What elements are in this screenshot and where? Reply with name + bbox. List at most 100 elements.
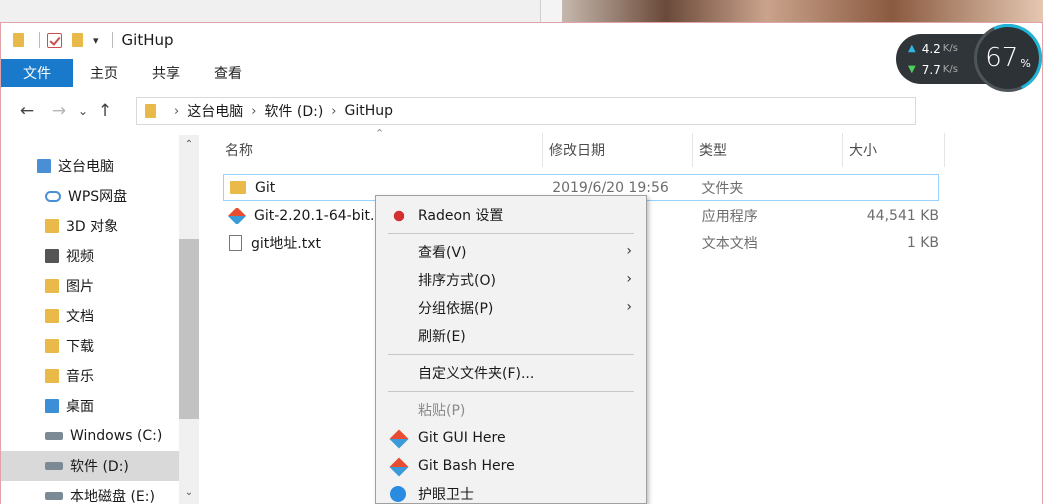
sidebar-item-drive-c[interactable]: Windows (C:): [1, 421, 179, 451]
breadcrumb-chevron-icon[interactable]: ›: [331, 104, 336, 119]
drive-c-icon: [45, 432, 63, 440]
nav-scrollbar[interactable]: ⌃ ⌄: [179, 135, 199, 504]
menu-item-git-gui-here[interactable]: Git GUI Here: [376, 424, 646, 452]
file-type: 文本文档: [701, 235, 758, 252]
toolbar-divider: [39, 32, 40, 48]
3d-objects-icon: [45, 219, 59, 233]
forward-arrow-icon[interactable]: →: [47, 101, 71, 121]
file-size: 1 KB: [906, 234, 939, 251]
upload-arrow-icon: ▲: [908, 43, 916, 54]
sidebar-item-drive-d[interactable]: 软件 (D:): [1, 451, 179, 481]
sidebar-item-videos[interactable]: 视频: [1, 241, 179, 271]
menu-item-radeon-settings[interactable]: Radeon 设置: [376, 201, 646, 229]
sidebar-item-label: 文档: [66, 309, 94, 325]
menu-separator: [388, 354, 634, 355]
breadcrumb-this-pc[interactable]: 这台电脑: [187, 101, 243, 121]
breadcrumb-drive-d[interactable]: 软件 (D:): [264, 101, 323, 121]
tab-view[interactable]: 查看: [197, 59, 259, 87]
sidebar-item-label: Windows (C:): [70, 428, 163, 444]
column-name[interactable]: 名称: [219, 133, 543, 167]
sidebar-item-drive-e[interactable]: 本地磁盘 (E:): [1, 481, 179, 504]
sidebar-item-label: 视频: [66, 249, 94, 265]
file-type: 应用程序: [701, 208, 758, 225]
menu-item-paste: 粘贴(P): [376, 396, 646, 424]
download-speed: 7.7: [921, 62, 941, 77]
drive-e-icon: [45, 492, 63, 500]
menu-item-refresh[interactable]: 刷新(E): [376, 322, 646, 350]
tab-share[interactable]: 共享: [135, 59, 197, 87]
sidebar-item-label: 这台电脑: [58, 159, 114, 175]
customize-toolbar-dropdown-icon[interactable]: ▾: [93, 34, 99, 47]
column-type[interactable]: 类型: [693, 133, 843, 167]
background-window-edge: [540, 0, 562, 22]
title-bar: ▾ GitHup: [1, 23, 1042, 57]
menu-item-label: 自定义文件夹(F)...: [418, 366, 535, 382]
recent-locations-chevron-icon[interactable]: ⌄: [73, 104, 93, 118]
sidebar-item-desktop[interactable]: 桌面: [1, 391, 179, 421]
menu-item-label: 查看(V): [418, 245, 467, 261]
gauge-ring: [964, 14, 1043, 102]
menu-item-git-bash-here[interactable]: Git Bash Here: [376, 452, 646, 480]
eye-guard-icon: [390, 486, 406, 502]
address-bar[interactable]: › 这台电脑 › 软件 (D:) › GitHup: [136, 97, 916, 125]
sidebar-item-label: 音乐: [66, 369, 94, 385]
menu-item-label: Git Bash Here: [418, 458, 515, 474]
git-installer-icon: [227, 207, 247, 224]
breadcrumb-chevron-icon[interactable]: ›: [174, 104, 179, 119]
menu-item-label: 排序方式(O): [418, 273, 496, 289]
menu-item-sort-by[interactable]: 排序方式(O) ›: [376, 266, 646, 294]
network-speed-widget[interactable]: ▲ 4.2 K/s ▼ 7.7 K/s 67 %: [896, 14, 1043, 102]
sidebar-item-pictures[interactable]: 图片: [1, 271, 179, 301]
documents-icon: [45, 309, 59, 323]
scroll-up-icon[interactable]: ⌃: [179, 135, 199, 155]
menu-item-view[interactable]: 查看(V) ›: [376, 238, 646, 266]
properties-check-icon[interactable]: [47, 32, 62, 48]
breadcrumb-chevron-icon[interactable]: ›: [251, 104, 256, 119]
computer-icon: [37, 159, 51, 173]
column-size[interactable]: 大小: [843, 133, 945, 167]
ribbon-tabs: 文件 主页 共享 查看: [1, 59, 1042, 87]
memory-usage-gauge[interactable]: 67 %: [964, 14, 1043, 102]
upload-speed: 4.2: [921, 41, 941, 56]
download-arrow-icon: ▼: [908, 64, 916, 75]
sidebar-item-label: 本地磁盘 (E:): [70, 489, 155, 504]
menu-item-eye-guard[interactable]: 护眼卫士: [376, 480, 646, 504]
sidebar-item-label: 下载: [66, 339, 94, 355]
toolbar-divider: [111, 32, 113, 48]
file-name: git地址.txt: [251, 235, 321, 252]
menu-item-label: Radeon 设置: [418, 208, 504, 224]
scroll-down-icon[interactable]: ⌄: [179, 483, 199, 503]
menu-item-group-by[interactable]: 分组依据(P) ›: [376, 294, 646, 322]
pictures-icon: [45, 279, 59, 293]
menu-item-customize-folder[interactable]: 自定义文件夹(F)...: [376, 359, 646, 387]
menu-item-label: 分组依据(P): [418, 301, 494, 317]
sidebar-item-this-pc[interactable]: 这台电脑: [1, 151, 179, 181]
menu-separator: [388, 233, 634, 234]
up-arrow-icon[interactable]: ↑: [93, 101, 117, 121]
folder-icon: [13, 33, 24, 47]
window-title: GitHup: [121, 31, 174, 49]
column-date-modified[interactable]: 修改日期: [543, 133, 693, 167]
sidebar-item-documents[interactable]: 文档: [1, 301, 179, 331]
git-bash-icon: [389, 457, 409, 477]
navigation-bar: ← → ⌄ ↑ › 这台电脑 › 软件 (D:) › GitHup: [1, 95, 1042, 127]
video-icon: [45, 249, 59, 263]
quick-access-toolbar: ▾: [13, 32, 120, 48]
file-date-modified: 2019/6/20 19:56: [552, 179, 669, 196]
sidebar-item-wps-cloud[interactable]: WPS网盘: [1, 181, 179, 211]
sidebar-item-downloads[interactable]: 下载: [1, 331, 179, 361]
tab-file[interactable]: 文件: [1, 59, 73, 87]
new-folder-icon[interactable]: [72, 33, 83, 47]
radeon-icon: [390, 207, 408, 225]
git-gui-icon: [389, 429, 409, 449]
back-arrow-icon[interactable]: ←: [15, 101, 39, 121]
sidebar-item-music[interactable]: 音乐: [1, 361, 179, 391]
sidebar-item-3d-objects[interactable]: 3D 对象: [1, 211, 179, 241]
breadcrumb-githup[interactable]: GitHup: [344, 103, 393, 119]
sidebar-item-label: 软件 (D:): [70, 459, 129, 475]
menu-separator: [388, 391, 634, 392]
download-unit: K/s: [942, 64, 958, 75]
scrollbar-thumb[interactable]: [179, 239, 199, 419]
tab-home[interactable]: 主页: [73, 59, 135, 87]
sidebar-item-label: 桌面: [66, 399, 94, 415]
